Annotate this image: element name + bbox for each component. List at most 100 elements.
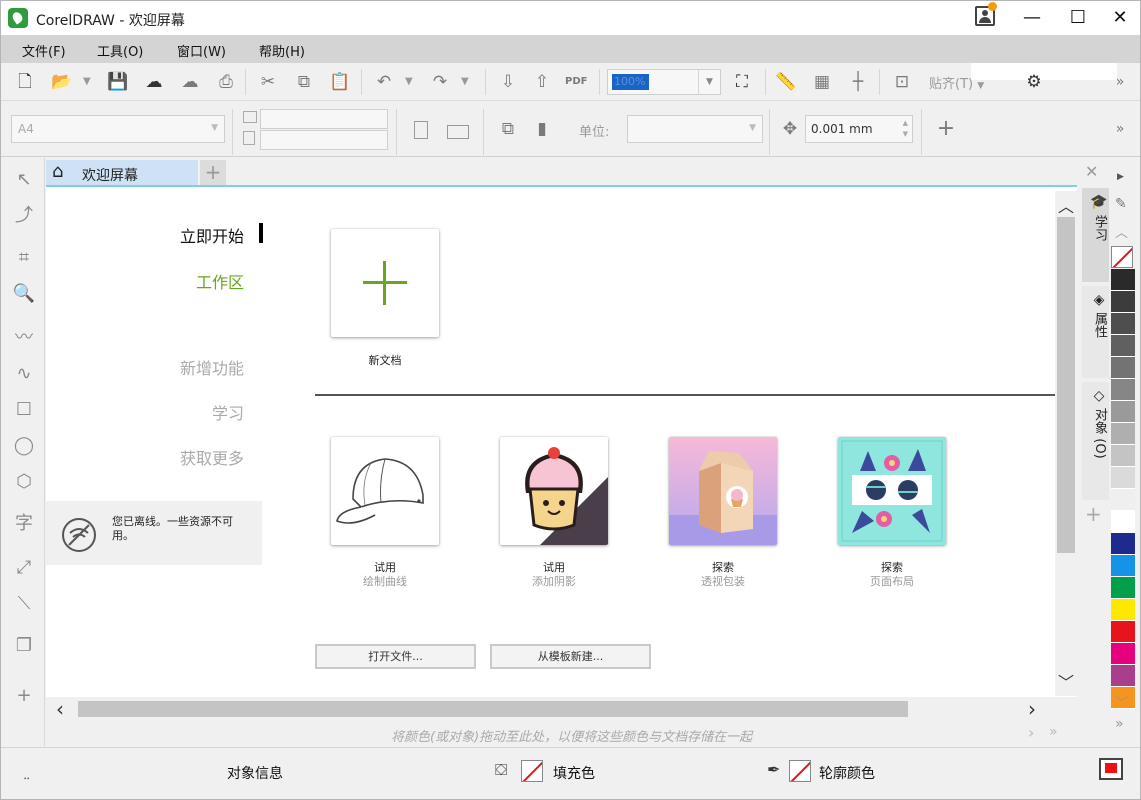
crop-tool-icon[interactable]: ⌗ (12, 246, 36, 270)
document-palette[interactable]: 将颜色(或对象)拖动至此处，以便将这些颜色与文档存储在一起 › » (223, 721, 1080, 746)
open-dropdown-chevron-icon[interactable]: ▼ (83, 71, 91, 93)
property-bar-overflow-icon[interactable]: » (1109, 118, 1131, 140)
scroll-left-chevron-icon[interactable]: ‹ (56, 697, 64, 721)
color-swatch[interactable] (1111, 291, 1135, 313)
menu-file[interactable]: 文件(F) (22, 41, 66, 60)
nav-whats-new[interactable]: 新增功能 (180, 355, 244, 379)
menu-tools[interactable]: 工具(O) (97, 41, 143, 60)
palette-flyout-icon[interactable]: ▶ (1117, 172, 1124, 182)
color-swatch[interactable] (1111, 335, 1135, 357)
new-document-icon[interactable]: 🗋 (14, 71, 36, 93)
color-swatch[interactable] (1111, 423, 1135, 445)
horizontal-scrollbar[interactable]: ‹ › (46, 697, 1077, 721)
landscape-orientation-icon[interactable] (447, 125, 469, 139)
shape-tool-icon[interactable]: ⤴ (12, 204, 36, 228)
parallel-dimension-tool-icon[interactable]: ⤢ (12, 556, 36, 580)
cloud-upload-icon[interactable]: ☁ (179, 71, 201, 93)
palette-scroll-down-icon[interactable]: ﹀ (1115, 692, 1128, 711)
gear-icon[interactable]: ⚙ (1023, 71, 1045, 93)
cut-icon[interactable]: ✂ (257, 71, 279, 93)
color-swatch[interactable] (1111, 555, 1135, 577)
card-draw-curves[interactable] (331, 437, 439, 545)
nudge-distance-field[interactable]: 0.001 mm ▲ ▼ (805, 115, 913, 143)
color-swatch[interactable] (1111, 643, 1135, 665)
snap-toggle-icon[interactable]: ⊡ (891, 71, 913, 93)
undo-dropdown-chevron-icon[interactable]: ▼ (405, 71, 413, 93)
freehand-tool-icon[interactable]: 〰 (12, 326, 36, 350)
new-tab-plus-icon[interactable]: + (200, 160, 226, 185)
nav-workspace[interactable]: 工作区 (196, 269, 244, 293)
drop-shadow-tool-icon[interactable]: ❐ (12, 634, 36, 658)
show-rulers-icon[interactable]: 📏 (775, 71, 797, 93)
card-perspective-packaging[interactable] (669, 437, 777, 545)
vertical-scrollbar[interactable]: ︿ ﹀ (1055, 191, 1077, 696)
show-grid-icon[interactable]: ▦ (811, 71, 833, 93)
docker-close-icon[interactable]: ✕ (1085, 162, 1098, 181)
docpal-next-icon[interactable]: › (1028, 723, 1034, 742)
all-pages-layout-icon[interactable]: ⧉ (497, 118, 519, 140)
menu-window[interactable]: 窗口(W) (177, 41, 226, 60)
portrait-orientation-icon[interactable] (414, 121, 428, 139)
open-folder-icon[interactable]: 📂 (51, 71, 73, 93)
maximize-button[interactable]: ☐ (1061, 4, 1095, 32)
color-swatch[interactable] (1111, 401, 1135, 423)
full-screen-preview-icon[interactable]: ⛶ (731, 71, 753, 93)
nav-get-started[interactable]: 立即开始 (180, 223, 244, 247)
docker-tab-objects[interactable]: ◇ 对象 (O) (1082, 382, 1109, 500)
close-button[interactable]: ✕ (1103, 4, 1137, 32)
color-swatch[interactable] (1111, 357, 1135, 379)
nav-get-more[interactable]: 获取更多 (180, 445, 244, 469)
scroll-right-chevron-icon[interactable]: › (1028, 697, 1036, 721)
zoom-tool-icon[interactable]: 🔍 (12, 282, 36, 306)
color-swatch[interactable] (1111, 467, 1135, 489)
save-icon[interactable]: 💾 (107, 71, 129, 93)
color-swatch[interactable] (1111, 445, 1135, 467)
rectangle-tool-icon[interactable]: ☐ (12, 398, 36, 422)
pick-tool-icon[interactable]: ↖ (12, 168, 36, 192)
docker-add-plus-icon[interactable]: + (1085, 502, 1102, 526)
polygon-tool-icon[interactable]: ⬡ (12, 470, 36, 494)
palette-overflow-icon[interactable]: » (1115, 716, 1124, 732)
color-swatch[interactable] (1111, 621, 1135, 643)
color-swatch[interactable] (1111, 313, 1135, 335)
new-document-card[interactable] (331, 229, 439, 337)
no-color-swatch[interactable] (1111, 246, 1133, 268)
import-icon[interactable]: ⇩ (497, 71, 519, 93)
connector-tool-icon[interactable]: ⟍ (12, 592, 36, 616)
docker-tab-learn[interactable]: 🎓 学习 (1082, 188, 1109, 282)
menu-help[interactable]: 帮助(H) (259, 41, 305, 60)
artistic-media-tool-icon[interactable]: ∿ (12, 362, 36, 386)
color-swatch[interactable] (1111, 511, 1135, 533)
copy-icon[interactable]: ⧉ (293, 71, 315, 93)
horizontal-scroll-thumb[interactable] (78, 701, 908, 717)
undo-icon[interactable]: ↶ (373, 71, 395, 93)
page-size-select[interactable]: A4 ▼ (11, 115, 225, 143)
current-page-layout-icon[interactable]: ▮ (531, 118, 553, 140)
vertical-scroll-thumb[interactable] (1057, 217, 1075, 553)
zoom-level-select[interactable]: 100% ▼ (607, 69, 721, 95)
nav-learn[interactable]: 学习 (212, 400, 244, 424)
paste-icon[interactable]: 📋 (329, 71, 351, 93)
new-from-template-button[interactable]: 从模板新建... (490, 644, 651, 669)
add-plus-icon[interactable]: + (935, 118, 957, 140)
page-height-field[interactable] (260, 130, 388, 150)
show-guidelines-icon[interactable]: ┼ (847, 71, 869, 93)
scroll-down-chevron-icon[interactable]: ﹀ (1057, 669, 1075, 693)
color-swatch[interactable] (1111, 269, 1135, 291)
print-icon[interactable]: ⎙ (215, 71, 237, 93)
color-swatch[interactable] (1111, 599, 1135, 621)
card-add-shadow[interactable] (500, 437, 608, 545)
ellipse-tool-icon[interactable]: ◯ (12, 434, 36, 458)
color-swatch[interactable] (1111, 665, 1135, 687)
cloud-download-icon[interactable]: ☁ (143, 71, 165, 93)
outline-color-swatch[interactable] (789, 760, 811, 782)
units-select[interactable]: ▼ (627, 115, 763, 143)
fill-color-swatch[interactable] (521, 760, 543, 782)
toolbar-overflow-icon[interactable]: » (1109, 71, 1131, 93)
color-swatch[interactable] (1111, 379, 1135, 401)
color-swatch[interactable] (1111, 533, 1135, 555)
nudge-spinner-icon[interactable]: ▲ ▼ (903, 118, 908, 140)
minimize-button[interactable]: — (1015, 4, 1049, 32)
open-file-button[interactable]: 打开文件... (315, 644, 476, 669)
color-swatch[interactable] (1111, 489, 1135, 511)
